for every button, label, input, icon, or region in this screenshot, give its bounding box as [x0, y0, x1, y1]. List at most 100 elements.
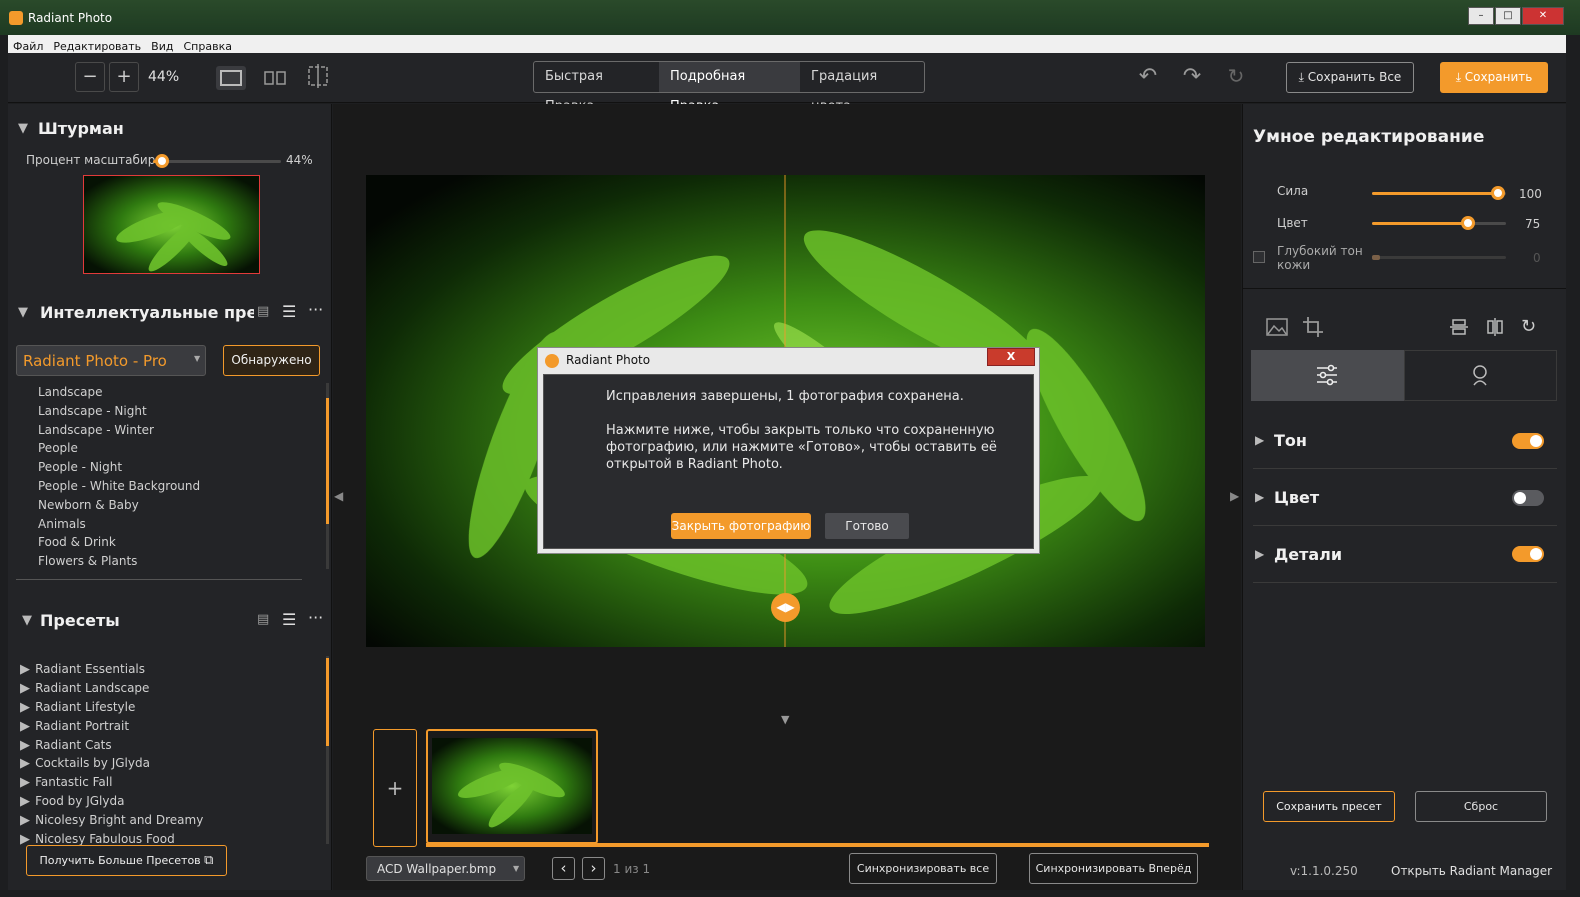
navigator-zoom-knob[interactable]: [155, 154, 169, 168]
list-item[interactable]: Landscape - Winter: [38, 423, 318, 442]
add-photo-button[interactable]: +: [373, 729, 417, 847]
list-item[interactable]: ▶ Fantastic Fall: [20, 771, 320, 790]
list-item[interactable]: Flowers & Plants: [38, 554, 318, 573]
collapse-left-panel-icon[interactable]: ◀: [334, 489, 343, 503]
smart-presets-scroll-thumb[interactable]: [326, 398, 329, 524]
save-all-button[interactable]: ⤓ Сохранить Все: [1286, 62, 1414, 93]
tab-quick-edit[interactable]: Быстрая Правка: [534, 62, 659, 114]
menu-view[interactable]: Вид: [146, 38, 178, 53]
crop-icon[interactable]: [1303, 317, 1323, 342]
list-item[interactable]: ▶ Radiant Lifestyle: [20, 696, 320, 715]
list-item[interactable]: ▶ Radiant Portrait: [20, 715, 320, 734]
detected-button[interactable]: Обнаружено: [223, 345, 320, 376]
minimize-button[interactable]: –: [1468, 7, 1494, 25]
list-item[interactable]: People - White Background: [38, 479, 318, 498]
save-button[interactable]: ⤓ Сохранить: [1440, 62, 1548, 93]
smart-preset-dropdown[interactable]: Radiant Photo - Pro ▼: [16, 345, 206, 376]
split-view-icon[interactable]: [260, 66, 290, 90]
divider: [1253, 468, 1557, 469]
rotate-icon[interactable]: ↻: [1521, 316, 1536, 337]
zoom-in-button[interactable]: +: [109, 62, 139, 92]
file-select-dropdown[interactable]: ACD Wallpaper.bmp ▼: [366, 856, 525, 881]
sync-all-button[interactable]: Синхронизировать все: [849, 853, 997, 884]
menu-help[interactable]: Справка: [178, 38, 236, 53]
collapse-smart-presets-icon[interactable]: ▼: [18, 305, 28, 320]
reset-icon[interactable]: ↻: [1222, 64, 1250, 92]
list-item[interactable]: Landscape - Night: [38, 404, 318, 423]
list-item[interactable]: Newborn & Baby: [38, 498, 318, 517]
image-icon[interactable]: [1266, 318, 1288, 341]
file-select-value: ACD Wallpaper.bmp: [377, 862, 497, 876]
list-item[interactable]: Landscape: [38, 385, 318, 404]
collapse-navigator-icon[interactable]: ▼: [18, 121, 28, 136]
list-item[interactable]: ▶ Food by JGlyda: [20, 790, 320, 809]
single-view-icon[interactable]: [216, 66, 246, 90]
presets-scroll-thumb[interactable]: [326, 658, 329, 746]
deep-skin-knob[interactable]: [1372, 255, 1380, 260]
collapse-right-panel-icon[interactable]: ▶: [1230, 489, 1239, 503]
list-item[interactable]: People - Night: [38, 460, 318, 479]
filmstrip-thumbnail[interactable]: [426, 729, 598, 844]
divider: [1253, 582, 1557, 583]
details-toggle[interactable]: [1512, 546, 1544, 562]
list-view-icon[interactable]: ☰: [282, 610, 296, 629]
tab-detailed-edit[interactable]: Подробная Правка: [659, 62, 801, 114]
collapse-filmstrip-icon[interactable]: ▼: [781, 713, 789, 726]
list-item[interactable]: ▶ Radiant Essentials: [20, 658, 320, 677]
tab-adjustments[interactable]: [1251, 350, 1404, 401]
save-preset-button[interactable]: Сохранить пресет: [1263, 791, 1395, 822]
menu-edit[interactable]: Редактировать: [48, 38, 146, 53]
more-options-icon[interactable]: ···: [308, 608, 323, 627]
color-knob[interactable]: [1461, 216, 1475, 230]
next-photo-button[interactable]: ›: [582, 857, 605, 880]
navigator-thumbnail[interactable]: [83, 175, 260, 274]
list-view-icon[interactable]: ☰: [282, 302, 296, 321]
deep-skin-slider[interactable]: [1372, 256, 1506, 259]
open-manager-link[interactable]: Открыть Radiant Manager: [1391, 864, 1552, 878]
close-photo-button[interactable]: Закрыть фотографию: [671, 513, 811, 539]
flip-horizontal-icon[interactable]: [1486, 318, 1504, 341]
list-item[interactable]: ▶ Nicolesy Bright and Dreamy: [20, 809, 320, 828]
list-item[interactable]: ▶ Radiant Landscape: [20, 677, 320, 696]
maximize-button[interactable]: □: [1495, 7, 1521, 25]
list-item[interactable]: People: [38, 441, 318, 460]
grid-view-icon[interactable]: ▤: [257, 304, 269, 319]
collapse-presets-icon[interactable]: ▼: [22, 613, 32, 628]
list-item[interactable]: Animals: [38, 517, 318, 536]
dialog-title: Radiant Photo: [566, 353, 651, 367]
deep-skin-checkbox[interactable]: [1253, 251, 1265, 263]
list-item[interactable]: ▶ Cocktails by JGlyda: [20, 752, 320, 771]
expand-details-icon[interactable]: ▶: [1255, 547, 1264, 561]
flip-vertical-icon[interactable]: [1450, 318, 1468, 341]
reset-button[interactable]: Сброс: [1415, 791, 1547, 822]
filmstrip-scroll-thumb[interactable]: [426, 843, 1209, 847]
compare-view-icon[interactable]: [303, 64, 333, 92]
expand-icon: ▶: [20, 775, 30, 791]
tone-toggle[interactable]: [1512, 433, 1544, 449]
redo-icon[interactable]: ↷: [1178, 64, 1206, 92]
compare-divider-handle[interactable]: ◀▶: [771, 593, 800, 622]
menu-file[interactable]: Файл: [8, 38, 48, 53]
tab-color-grading[interactable]: Градация цвета: [800, 62, 924, 114]
dialog-message: Исправления завершены, 1 фотография сохр…: [606, 389, 964, 404]
strength-knob[interactable]: [1491, 186, 1505, 200]
smart-edit-title: Умное редактирование: [1253, 127, 1485, 147]
list-item[interactable]: ▶ Radiant Cats: [20, 734, 320, 753]
color-fill: [1372, 222, 1468, 225]
dialog-close-button[interactable]: X: [987, 348, 1035, 366]
expand-color-icon[interactable]: ▶: [1255, 490, 1264, 504]
navigator-zoom-slider[interactable]: [153, 160, 281, 163]
done-button[interactable]: Готово: [825, 513, 909, 539]
get-more-presets-button[interactable]: Получить Больше Пресетов ⧉: [26, 845, 227, 876]
zoom-out-button[interactable]: −: [75, 62, 105, 92]
undo-icon[interactable]: ↶: [1134, 64, 1162, 92]
color-toggle[interactable]: [1512, 490, 1544, 506]
more-options-icon[interactable]: ···: [308, 300, 323, 319]
expand-tone-icon[interactable]: ▶: [1255, 433, 1264, 447]
prev-photo-button[interactable]: ‹: [552, 857, 575, 880]
sync-forward-button[interactable]: Синхронизировать Вперёд: [1029, 853, 1198, 884]
grid-view-icon[interactable]: ▤: [257, 612, 269, 627]
tab-portrait[interactable]: [1404, 350, 1557, 401]
close-window-button[interactable]: ✕: [1522, 7, 1564, 25]
list-item-selected[interactable]: Food & Drink: [38, 535, 318, 554]
